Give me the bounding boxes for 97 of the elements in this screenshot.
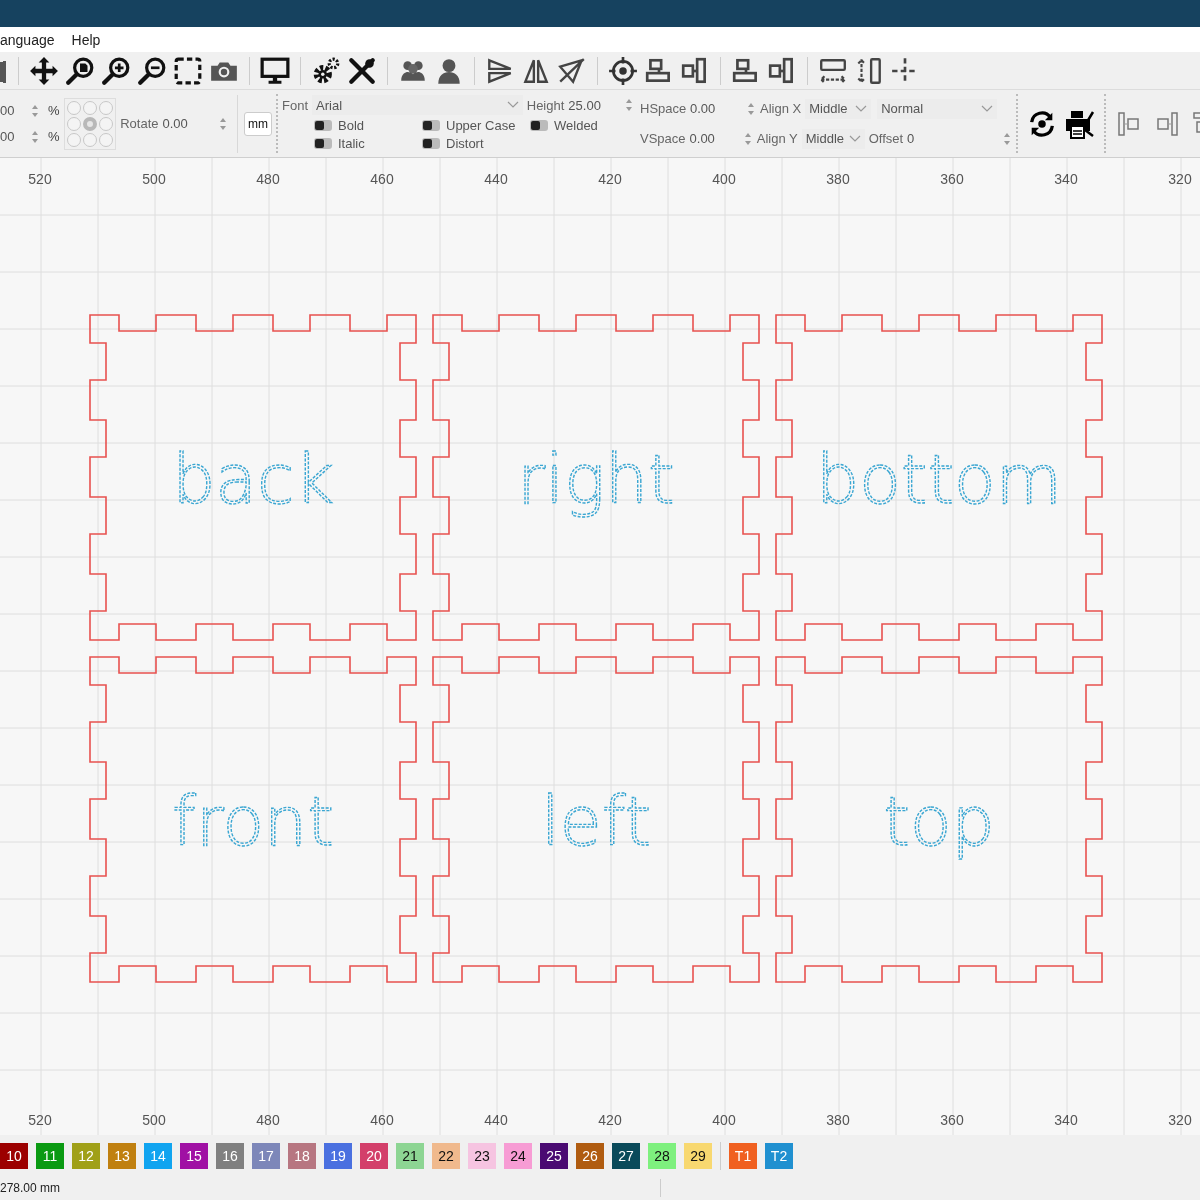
color-swatch[interactable]: 24 (504, 1142, 532, 1169)
refresh-icon[interactable] (1027, 108, 1057, 139)
engraving-text: left (540, 782, 652, 861)
toggle-label: Upper Case (446, 118, 516, 133)
color-swatch[interactable]: 27 (612, 1142, 640, 1169)
vspace-field[interactable]: 0.00 (689, 131, 739, 146)
ruler-label: 320 (1168, 171, 1192, 187)
ruler-label: 440 (484, 1112, 508, 1128)
height-label: Height (526, 97, 565, 113)
color-swatch[interactable]: T2 (765, 1142, 793, 1169)
ruler-label: 340 (1054, 1112, 1078, 1128)
selection-frame-icon[interactable] (173, 55, 203, 86)
ruler-label: 480 (256, 171, 280, 187)
move-icon[interactable] (29, 55, 59, 86)
mode-dropdown[interactable]: Normal (877, 98, 998, 119)
chevron-icon (855, 104, 868, 113)
toggle-label: Welded (554, 118, 598, 133)
engraving-text: front (172, 782, 334, 861)
engraving-text: top (883, 782, 995, 861)
toggle-switch[interactable] (422, 138, 440, 149)
toggle-switch[interactable] (530, 120, 548, 131)
color-swatch[interactable]: 23 (468, 1142, 496, 1169)
ruler-label: 460 (370, 171, 394, 187)
toggle-switch[interactable] (314, 138, 332, 149)
scale-field[interactable]: 00 (0, 129, 30, 144)
color-swatch[interactable]: 26 (576, 1142, 604, 1169)
color-swatch[interactable]: 20 (360, 1142, 388, 1169)
rotate-field[interactable]: 0.00 (162, 116, 215, 131)
engraving-text: back (172, 440, 334, 519)
ruler-label: 360 (940, 171, 964, 187)
ruler-label: 480 (256, 1112, 280, 1128)
ruler-label: 420 (598, 171, 622, 187)
align-x-dropdown[interactable]: Middle (805, 98, 872, 119)
zoom-page-icon[interactable] (65, 55, 95, 86)
chevron-icon (981, 104, 994, 113)
ruler-label: 340 (1054, 171, 1078, 187)
status-text: 278.00 mm (0, 1181, 62, 1195)
ruler-label: 500 (142, 171, 166, 187)
ruler-label: 380 (826, 1112, 850, 1128)
ruler-label: 320 (1168, 1112, 1192, 1128)
percent-label: % (48, 103, 60, 118)
ruler-label: 400 (712, 171, 736, 187)
color-swatch[interactable]: 28 (648, 1142, 676, 1169)
color-swatch[interactable]: 17 (252, 1142, 280, 1169)
color-swatch[interactable]: 25 (540, 1142, 568, 1169)
ruler-label: 520 (28, 1112, 52, 1128)
align-x-label: Align X (760, 101, 802, 116)
monitor-icon[interactable] (260, 55, 290, 86)
target-icon[interactable] (608, 55, 638, 86)
zoom-in-icon[interactable] (101, 55, 131, 86)
toggle-label: Distort (446, 136, 484, 151)
scale-field[interactable]: 00 (0, 103, 30, 118)
ruler-label: 520 (28, 171, 52, 187)
hspace-label: HSpace (640, 101, 686, 116)
font-label: Font (282, 97, 308, 113)
ruler-label: 420 (598, 1112, 622, 1128)
height-field[interactable]: 25.00 (568, 97, 620, 113)
color-swatch[interactable]: 19 (324, 1142, 352, 1169)
units-button[interactable]: mm (244, 111, 272, 136)
percent-label: % (48, 129, 60, 144)
font-dropdown[interactable]: Arial (312, 95, 523, 115)
toggle-switch[interactable] (314, 120, 332, 131)
chevron-icon (848, 134, 861, 143)
tools-icon[interactable] (347, 55, 377, 86)
ruler-label: 500 (142, 1112, 166, 1128)
toggle-label: Italic (338, 136, 365, 151)
color-swatch[interactable]: 18 (288, 1142, 316, 1169)
ruler-label: 460 (370, 1112, 394, 1128)
engraving-text: bottom (816, 440, 1062, 519)
menu-item[interactable]: Help (71, 30, 101, 49)
toggle-switch[interactable] (422, 120, 440, 131)
chevron-icon (506, 101, 519, 109)
offset-label: Offset (868, 131, 904, 146)
align-y-label: Align Y (756, 131, 798, 146)
offset-field[interactable]: 0 (907, 131, 998, 146)
engraving-text: right (517, 440, 675, 519)
rotate-label: Rotate (120, 116, 159, 131)
toggle-label: Bold (338, 118, 365, 133)
color-swatch[interactable]: 21 (396, 1142, 424, 1169)
menu-item[interactable]: anguage (0, 30, 55, 49)
vspace-label: VSpace (640, 131, 686, 146)
color-swatch[interactable]: 15 (180, 1142, 208, 1169)
color-swatch[interactable]: 16 (216, 1142, 244, 1169)
ruler-label: 360 (940, 1112, 964, 1128)
gears-icon[interactable] (311, 55, 341, 86)
ruler-label: 440 (484, 171, 508, 187)
hspace-field[interactable]: 0.00 (690, 101, 742, 116)
ruler-label: 380 (826, 171, 850, 187)
align-y-dropdown[interactable]: Middle (801, 128, 865, 149)
color-swatch[interactable]: 29 (684, 1142, 712, 1169)
zoom-out-icon[interactable] (137, 55, 167, 86)
ruler-label: 400 (712, 1112, 736, 1128)
design-canvas[interactable]: 520 500 480 460 440 420 400 380 360 340 320 520 500 480 460 440 420 400 380 360 340 320 back right bottom front left top (0, 158, 1200, 1135)
color-swatch[interactable]: 22 (432, 1142, 460, 1169)
mirror-line-icon[interactable] (557, 55, 587, 86)
color-swatch[interactable]: 11 (36, 1142, 64, 1169)
color-swatch[interactable]: 10 (0, 1142, 28, 1169)
